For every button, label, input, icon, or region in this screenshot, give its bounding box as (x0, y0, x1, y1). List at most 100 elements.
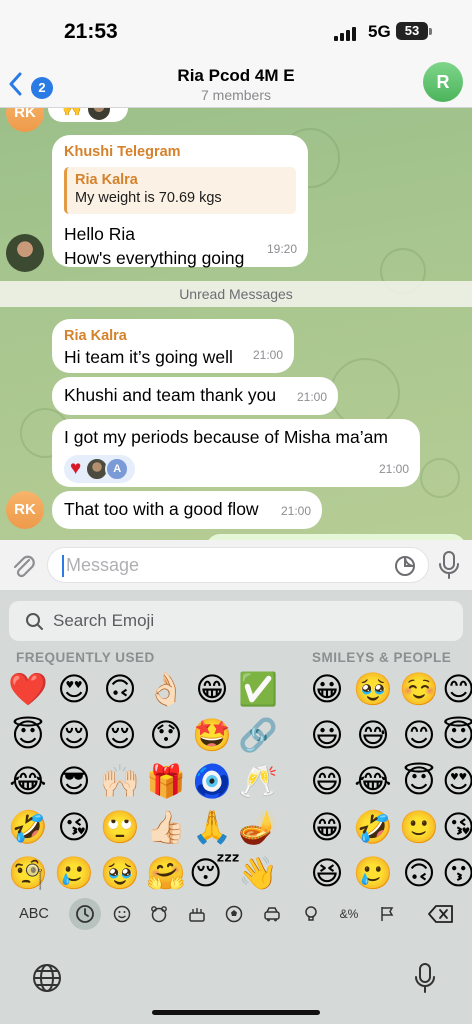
message-bubble[interactable]: Ria Kalra Hi team it’s going well 21:00 (52, 319, 294, 373)
group-avatar[interactable]: R (423, 62, 463, 102)
emoji-key[interactable]: 😂 (350, 758, 396, 804)
car-icon[interactable] (260, 897, 284, 931)
dictation-microphone-icon[interactable] (414, 962, 436, 994)
message-input[interactable]: Message (47, 547, 429, 583)
animal-icon[interactable] (147, 897, 171, 931)
message-bubble[interactable]: I got my periods because of Misha ma’am … (52, 419, 420, 487)
emoji-key[interactable]: 🤣 (350, 804, 396, 850)
emoji-key[interactable]: 👌🏻 (143, 666, 189, 712)
avatar[interactable] (6, 234, 44, 272)
emoji-key[interactable]: 😍 (442, 758, 472, 804)
reply-quote-text: My weight is 70.69 kgs (75, 190, 222, 206)
message-bubble[interactable]: Khushi and team thank you 21:00 (52, 377, 338, 415)
emoji-key[interactable]: 😄 (304, 758, 350, 804)
chat-title[interactable]: Ria Pcod 4M E (0, 66, 472, 86)
symbols-icon[interactable]: &% (337, 897, 361, 931)
emoji-key[interactable]: 😍 (51, 666, 97, 712)
emoji-key[interactable]: ☺️ (396, 666, 442, 712)
emoji-key[interactable]: 🙏 (189, 804, 235, 850)
composer: Message (0, 540, 472, 590)
bulb-icon[interactable] (299, 897, 323, 931)
emoji-key[interactable]: 😇 (396, 758, 442, 804)
globe-icon[interactable] (31, 962, 63, 994)
message-list[interactable]: RK 🙌 Khushi Telegram Ria Kalra My weight… (0, 108, 472, 540)
emoji-key[interactable]: 🤗 (143, 850, 189, 896)
microphone-icon[interactable] (438, 550, 460, 580)
message-time: 21:00 (378, 462, 409, 476)
emoji-key[interactable]: 😴 (189, 850, 240, 896)
message-time: 21:00 (296, 390, 327, 404)
chat-header: 2 Ria Pcod 4M E 7 members R (0, 62, 472, 108)
emoji-search-field[interactable]: Search Emoji (9, 601, 463, 641)
section-label-smileys: SMILEYS & PEOPLE (312, 650, 452, 665)
emoji-key[interactable]: 🥲 (51, 850, 97, 896)
text-caret (62, 555, 64, 577)
emoji-key[interactable]: 🙌🏻 (97, 758, 143, 804)
message-text: Hello Ria (64, 224, 135, 244)
emoji-key[interactable]: 🥹 (350, 666, 396, 712)
avatar[interactable]: RK (6, 108, 44, 132)
message-bubble[interactable]: That too with a good flow 21:00 (52, 491, 322, 529)
reply-quote[interactable]: Ria Kalra My weight is 70.69 kgs (64, 167, 296, 214)
emoji-key[interactable]: ✅ (235, 666, 281, 712)
message-text: That too with a good flow (64, 499, 259, 519)
emoji-key[interactable]: 👋 (235, 850, 281, 896)
emoji-key[interactable]: 🥲 (350, 850, 396, 896)
sender-name: Khushi Telegram (64, 144, 181, 160)
emoji-key[interactable]: 😊 (396, 712, 442, 758)
status-bar: 21:53 5G 53 (0, 0, 472, 62)
emoji-key[interactable]: 😌 (51, 712, 97, 758)
section-label-frequent: FREQUENTLY USED (16, 650, 155, 665)
emoji-key[interactable]: 😘 (442, 804, 472, 850)
emoji-key[interactable]: 😂 (5, 758, 51, 804)
reactions[interactable]: ♥ A (64, 455, 136, 483)
emoji-key[interactable]: 😇 (5, 712, 51, 758)
emoji-key[interactable]: 🤩 (189, 712, 235, 758)
smiley-icon[interactable] (110, 897, 134, 931)
emoji-key[interactable]: 🥂 (235, 758, 281, 804)
emoji-key[interactable]: 🙃 (396, 850, 442, 896)
emoji-key[interactable]: 🥹 (97, 850, 143, 896)
ball-icon[interactable] (222, 897, 246, 931)
raised-hands-icon: 🙌 (62, 108, 82, 117)
emoji-key[interactable]: 🧐 (5, 850, 51, 896)
emoji-key[interactable]: 😯 (143, 712, 189, 758)
emoji-key[interactable]: 😃 (304, 712, 350, 758)
emoji-key[interactable]: 😘 (51, 804, 97, 850)
abc-keyboard-button[interactable]: ABC (16, 897, 52, 931)
emoji-key[interactable]: 😗 (442, 850, 472, 896)
emoji-key[interactable]: 😆 (304, 850, 350, 896)
emoji-key[interactable]: 🔗 (235, 712, 281, 758)
emoji-category-bar: ABC &% (0, 897, 472, 931)
search-icon (26, 613, 43, 630)
message-bubble[interactable]: Khushi Telegram Ria Kalra My weight is 7… (52, 135, 308, 268)
backspace-icon (428, 905, 453, 923)
emoji-key[interactable]: 🙂 (396, 804, 442, 850)
emoji-key[interactable]: 😌 (97, 712, 143, 758)
sticker-icon[interactable] (394, 555, 416, 577)
emoji-key[interactable]: 🧿 (189, 758, 235, 804)
reply-quote-author: Ria Kalra (75, 172, 138, 188)
emoji-key[interactable]: 😊 (442, 666, 472, 712)
delete-key[interactable] (426, 897, 456, 931)
emoji-key[interactable]: 🎁 (143, 758, 189, 804)
food-icon[interactable] (185, 897, 209, 931)
emoji-key[interactable]: 😁 (304, 804, 350, 850)
avatar[interactable]: RK (6, 491, 44, 529)
emoji-key[interactable]: 🤣 (5, 804, 51, 850)
emoji-key[interactable]: 😅 (350, 712, 396, 758)
emoji-key[interactable]: 😀 (304, 666, 350, 712)
previous-message-reactions: 🙌 (48, 108, 128, 122)
emoji-key[interactable]: 🙄 (97, 804, 143, 850)
emoji-keyboard: Search Emoji FREQUENTLY USED SMILEYS & P… (0, 590, 472, 1024)
flag-icon[interactable] (375, 897, 399, 931)
emoji-key[interactable]: 🪔 (235, 804, 281, 850)
emoji-key[interactable]: 🙃 (97, 666, 143, 712)
emoji-key[interactable]: 😁 (189, 666, 235, 712)
emoji-key[interactable]: 👍🏻 (143, 804, 189, 850)
emoji-key[interactable]: 😎 (51, 758, 97, 804)
emoji-key[interactable]: 😇 (442, 712, 472, 758)
paperclip-icon[interactable] (10, 552, 36, 580)
emoji-key[interactable]: ❤️ (5, 666, 51, 712)
recent-icon[interactable] (69, 898, 101, 930)
